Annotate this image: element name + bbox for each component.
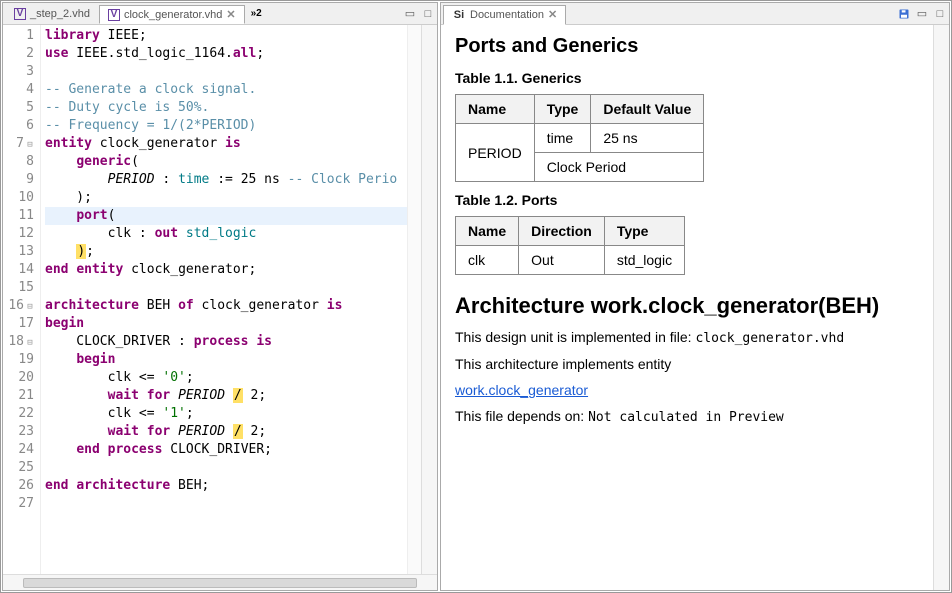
maximize-icon[interactable]: □ [933, 7, 947, 21]
section-heading: Ports and Generics [455, 35, 919, 58]
editor-tab-clockgen[interactable]: V clock_generator.vhd ✕ [99, 5, 245, 24]
tab-label: clock_generator.vhd [124, 9, 222, 21]
close-icon[interactable]: ✕ [226, 8, 235, 21]
documentation-pane: Si Documentation ✕ ▭ □ Ports and Generic… [440, 2, 950, 591]
horizontal-scrollbar[interactable] [3, 574, 437, 590]
ports-table: NameDirectionType clkOutstd_logic [455, 216, 685, 275]
th: Name [456, 217, 519, 246]
save-icon[interactable] [897, 7, 911, 21]
table-caption: Table 1.2. Ports [455, 192, 919, 208]
vertical-scrollbar[interactable] [933, 25, 949, 590]
code-line[interactable]: generic( [45, 153, 407, 171]
text: This design unit is implemented in file: [455, 329, 695, 345]
app-root: V _step_2.vhd V clock_generator.vhd ✕ »2… [0, 0, 952, 593]
doc-tab[interactable]: Si Documentation ✕ [443, 5, 566, 25]
entity-link[interactable]: work.clock_generator [455, 382, 588, 398]
code-area[interactable]: library IEEE;use IEEE.std_logic_1164.all… [41, 25, 407, 574]
vhdl-file-icon: V [14, 8, 26, 20]
overview-ruler [407, 25, 421, 574]
th: Default Value [591, 95, 704, 124]
th: Name [456, 95, 535, 124]
tab-label: _step_2.vhd [30, 8, 90, 20]
text: Not calculated in Preview [588, 410, 784, 425]
td: 25 ns [591, 124, 704, 153]
code-line[interactable]: CLOCK_DRIVER : process is [45, 333, 407, 351]
code-line[interactable]: -- Frequency = 1/(2*PERIOD) [45, 117, 407, 135]
code-line[interactable]: begin [45, 315, 407, 333]
code-line[interactable]: entity clock_generator is [45, 135, 407, 153]
code-line[interactable]: wait for PERIOD / 2; [45, 387, 407, 405]
code-line[interactable]: port( [45, 207, 407, 225]
code-line[interactable]: library IEEE; [45, 27, 407, 45]
td: PERIOD [456, 124, 535, 182]
code-line[interactable] [45, 279, 407, 297]
editor-pane: V _step_2.vhd V clock_generator.vhd ✕ »2… [2, 2, 438, 591]
table-row: clkOutstd_logic [456, 246, 685, 275]
th: Type [534, 95, 591, 124]
doc-paragraph: This file depends on: Not calculated in … [455, 408, 919, 425]
tab-label: Documentation [470, 9, 544, 21]
code-line[interactable]: end architecture BEH; [45, 477, 407, 495]
scrollbar-thumb[interactable] [23, 578, 417, 588]
td: Out [519, 246, 605, 275]
td: clk [456, 246, 519, 275]
th: Type [604, 217, 684, 246]
filename: clock_generator.vhd [695, 331, 844, 346]
editor-body: 1234567⊟8910111213141516⊟1718⊟1920212223… [3, 25, 437, 574]
td: Clock Period [534, 153, 704, 182]
maximize-icon[interactable]: □ [421, 7, 435, 21]
code-line[interactable]: clk : out std_logic [45, 225, 407, 243]
text: This file depends on: [455, 408, 588, 424]
th: Direction [519, 217, 605, 246]
editor-tabbar: V _step_2.vhd V clock_generator.vhd ✕ »2… [3, 3, 437, 25]
td: std_logic [604, 246, 684, 275]
code-line[interactable]: -- Duty cycle is 50%. [45, 99, 407, 117]
code-line[interactable]: PERIOD : time := 25 ns -- Clock Perio [45, 171, 407, 189]
sigasi-icon: Si [452, 8, 466, 22]
td: time [534, 124, 591, 153]
code-line[interactable]: clk <= '1'; [45, 405, 407, 423]
minimize-icon[interactable]: ▭ [915, 7, 929, 21]
vertical-scrollbar[interactable] [421, 25, 437, 574]
code-line[interactable]: end entity clock_generator; [45, 261, 407, 279]
code-line[interactable]: architecture BEH of clock_generator is [45, 297, 407, 315]
doc-paragraph: This architecture implements entity [455, 356, 919, 372]
code-line[interactable]: wait for PERIOD / 2; [45, 423, 407, 441]
doc-tabbar: Si Documentation ✕ ▭ □ [441, 3, 949, 25]
tab-overflow[interactable]: »2 [251, 8, 262, 19]
code-line[interactable]: ); [45, 243, 407, 261]
editor-tab-step2[interactable]: V _step_2.vhd [5, 5, 99, 22]
code-line[interactable]: end process CLOCK_DRIVER; [45, 441, 407, 459]
code-line[interactable] [45, 459, 407, 477]
vhdl-file-icon: V [108, 9, 120, 21]
generics-table: NameTypeDefault Value PERIODtime25 ns Cl… [455, 94, 704, 182]
code-line[interactable]: ); [45, 189, 407, 207]
code-line[interactable]: use IEEE.std_logic_1164.all; [45, 45, 407, 63]
close-icon[interactable]: ✕ [548, 8, 557, 21]
doc-content[interactable]: Ports and Generics Table 1.1. Generics N… [441, 25, 933, 590]
line-gutter: 1234567⊟8910111213141516⊟1718⊟1920212223… [3, 25, 41, 574]
code-line[interactable] [45, 63, 407, 81]
doc-paragraph: This design unit is implemented in file:… [455, 329, 919, 346]
code-line[interactable]: begin [45, 351, 407, 369]
table-caption: Table 1.1. Generics [455, 70, 919, 86]
table-row: PERIODtime25 ns [456, 124, 704, 153]
code-line[interactable]: -- Generate a clock signal. [45, 81, 407, 99]
minimize-icon[interactable]: ▭ [403, 7, 417, 21]
code-line[interactable]: clk <= '0'; [45, 369, 407, 387]
code-line[interactable] [45, 495, 407, 513]
arch-heading: Architecture work.clock_generator(BEH) [455, 293, 919, 319]
